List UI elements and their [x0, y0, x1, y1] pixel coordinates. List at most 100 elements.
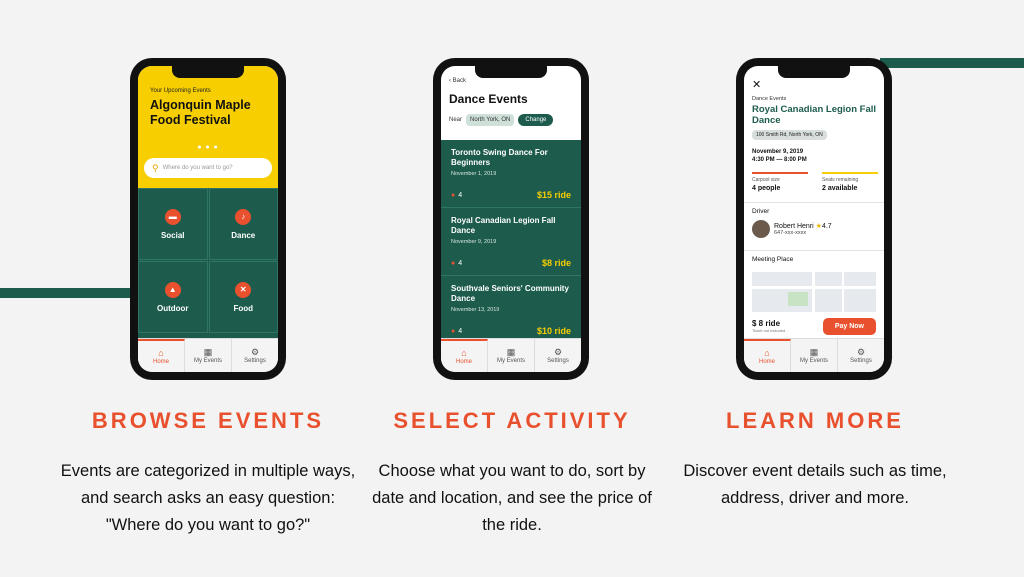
- phone-select-activity: ‹ Back Dance Events Near North York, ON …: [433, 58, 589, 380]
- meeting-place-label: Meeting Place: [752, 256, 794, 263]
- calendar-icon: ▦: [506, 347, 516, 357]
- tab-my-events[interactable]: ▦ My Events: [791, 339, 838, 372]
- event-title: Royal Canadian Legion Fall Dance: [451, 216, 556, 235]
- category-outdoor[interactable]: ▲ Outdoor: [138, 261, 208, 333]
- tab-settings[interactable]: ⚙ Settings: [232, 339, 278, 372]
- tab-label: Settings: [244, 358, 266, 364]
- near-label: Near: [449, 117, 463, 123]
- search-icon: ⚲: [152, 162, 159, 173]
- back-label: Back: [452, 78, 467, 84]
- event-title: Southvale Seniors' Community Dance: [451, 284, 569, 303]
- divider: [744, 202, 884, 203]
- driver-card[interactable]: Robert Henri ★4.7 647-xxx-xxxx: [752, 220, 832, 238]
- carpool-size-stat: Carpool size 4 people: [752, 172, 808, 192]
- location-chip: North York, ON: [466, 114, 515, 126]
- event-category: Dance Events: [752, 96, 787, 102]
- section-description-browse: Events are categorized in multiple ways,…: [60, 462, 356, 534]
- calendar-icon: ▦: [203, 347, 213, 357]
- close-icon[interactable]: ✕: [752, 78, 761, 91]
- tab-home[interactable]: ⌂ Home: [441, 339, 488, 372]
- home-icon: ⌂: [461, 348, 467, 358]
- tab-label: Settings: [850, 358, 872, 364]
- dancer-icon: ♪: [235, 208, 252, 225]
- tab-settings[interactable]: ⚙ Settings: [838, 339, 884, 372]
- featured-event-title: Algonquin Maple Food Festival: [150, 98, 251, 127]
- tab-home[interactable]: ⌂ Home: [744, 339, 791, 372]
- category-social[interactable]: ▬ Social: [138, 188, 208, 260]
- decorative-line-left: [0, 288, 130, 298]
- event-time: 4:30 PM — 8:00 PM: [752, 157, 807, 163]
- event-address: 100 Smith Rd, North York, ON: [752, 130, 827, 140]
- tab-label: My Events: [193, 358, 222, 364]
- tab-settings[interactable]: ⚙ Settings: [535, 339, 581, 372]
- phone-notch: [475, 66, 547, 78]
- driver-name: Robert Henri: [774, 223, 814, 230]
- seats-remaining-stat: Seats remaining 2 available: [822, 172, 878, 192]
- phone-notch: [172, 66, 244, 78]
- tab-label: My Events: [799, 358, 828, 364]
- phone-notch: [778, 66, 850, 78]
- map-park: [788, 292, 808, 306]
- tab-home[interactable]: ⌂ Home: [138, 339, 185, 372]
- tab-bar: ⌂ Home ▦ My Events ⚙ Settings: [744, 338, 884, 372]
- back-button[interactable]: ‹ Back: [449, 78, 466, 84]
- tab-label: Home: [152, 359, 169, 365]
- map-road: [812, 272, 815, 312]
- attendee-count: ● 4: [451, 192, 462, 199]
- map-road: [842, 272, 844, 312]
- count-value: 4: [458, 260, 463, 267]
- decorative-line-right: [880, 58, 1024, 68]
- category-food[interactable]: ✕ Food: [208, 261, 278, 333]
- event-date: November 1, 2019: [451, 171, 497, 177]
- home-icon: ⌂: [764, 348, 770, 358]
- hiker-icon: ▲: [164, 281, 181, 298]
- driver-label: Driver: [752, 208, 770, 215]
- driver-name-rating: Robert Henri ★4.7: [774, 222, 832, 230]
- page-title: Dance Events: [449, 92, 528, 106]
- change-location-button[interactable]: Change: [518, 114, 554, 126]
- event-list: Toronto Swing Dance For Beginners Novemb…: [441, 140, 581, 338]
- attendee-count: ● 4: [451, 328, 462, 335]
- category-label: Dance: [231, 230, 256, 240]
- section-heading-select: SELECT ACTIVITY: [393, 408, 631, 433]
- event-title: Toronto Swing Dance For Beginners: [451, 148, 548, 167]
- pay-now-button[interactable]: Pay Now: [822, 317, 876, 335]
- tab-label: Home: [758, 359, 775, 365]
- search-input[interactable]: ⚲ Where do you want to go?: [144, 158, 272, 178]
- tab-bar: ⌂ Home ▦ My Events ⚙ Settings: [441, 338, 581, 372]
- home-icon: ⌂: [158, 348, 164, 358]
- calendar-icon: ▦: [809, 347, 819, 357]
- category-dance[interactable]: ♪ Dance: [208, 188, 278, 260]
- gear-icon: ⚙: [250, 347, 260, 357]
- category-label: Food: [233, 303, 254, 313]
- ride-price: $ 8 ride: [752, 318, 781, 328]
- utensils-icon: ✕: [235, 281, 252, 298]
- tab-label: Home: [455, 359, 472, 365]
- person-icon: ●: [451, 328, 456, 335]
- carousel-dots[interactable]: ● ● ●: [138, 144, 278, 151]
- section-heading-browse: BROWSE EVENTS: [91, 408, 325, 433]
- section-heading-learn: LEARN MORE: [726, 408, 904, 433]
- ride-price: $15 ride: [536, 190, 571, 200]
- section-description-select: Choose what you want to do, sort by date…: [372, 462, 652, 534]
- list-item[interactable]: Southvale Seniors' Community Dance Novem…: [441, 276, 581, 338]
- chat-icon: ▬: [164, 208, 181, 225]
- tab-my-events[interactable]: ▦ My Events: [488, 339, 535, 372]
- person-icon: ●: [451, 192, 456, 199]
- phone-learn-more: ✕ Dance Events Royal Canadian Legion Fal…: [736, 58, 892, 380]
- upcoming-events-label: Your Upcoming Events: [150, 88, 211, 94]
- search-placeholder: Where do you want to go?: [162, 165, 233, 171]
- list-item[interactable]: Royal Canadian Legion Fall Dance Novembe…: [441, 208, 581, 276]
- carpool-value: 4 people: [752, 185, 781, 192]
- attendee-count: ● 4: [451, 260, 462, 267]
- avatar: [752, 220, 770, 238]
- gear-icon: ⚙: [856, 347, 866, 357]
- list-item[interactable]: Toronto Swing Dance For Beginners Novemb…: [441, 140, 581, 208]
- tab-my-events[interactable]: ▦ My Events: [185, 339, 232, 372]
- event-date: November 9, 2019: [752, 149, 804, 155]
- driver-rating: 4.7: [821, 223, 832, 230]
- tab-label: Settings: [547, 358, 569, 364]
- event-datetime: November 9, 2019 4:30 PM — 8:00 PM: [752, 148, 807, 164]
- gear-icon: ⚙: [553, 347, 563, 357]
- meeting-place-map[interactable]: [752, 272, 876, 312]
